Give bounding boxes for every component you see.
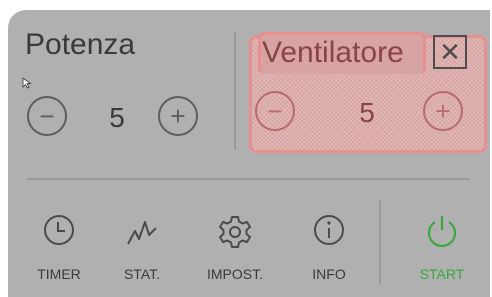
potenza-plus-button[interactable]: + <box>158 96 198 136</box>
gear-icon <box>219 216 251 248</box>
nav-divider <box>379 200 381 284</box>
info-icon <box>314 215 344 245</box>
nav-impost-label: IMPOST. <box>206 266 263 282</box>
nav-timer[interactable]: TIMER <box>24 212 94 282</box>
ventilatore-stepper: − 5 + <box>255 91 470 135</box>
potenza-label: Potenza <box>25 28 136 61</box>
control-panel: Potenza − 5 + Ventilatore ✕ − 5 + TIMER … <box>0 0 492 297</box>
nav-stat[interactable]: STAT. <box>107 212 177 282</box>
mouse-cursor-icon <box>22 77 32 89</box>
power-icon <box>427 216 457 247</box>
nav-info[interactable]: INFO <box>294 212 364 282</box>
nav-start[interactable]: START <box>407 212 477 282</box>
ventilatore-value: 5 <box>359 97 375 128</box>
ventilatore-label: Ventilatore <box>262 36 404 69</box>
clock-icon <box>44 215 74 245</box>
close-button[interactable]: ✕ <box>433 35 467 69</box>
potenza-value: 5 <box>109 102 125 133</box>
nav-stat-label: STAT. <box>123 266 161 282</box>
potenza-stepper: − 5 + <box>27 96 203 140</box>
ventilatore-minus-button[interactable]: − <box>255 91 295 131</box>
nav-start-label: START <box>419 266 465 282</box>
nav-timer-label: TIMER <box>37 266 81 282</box>
vertical-divider <box>234 32 236 150</box>
nav-info-label: INFO <box>312 266 346 282</box>
ventilatore-plus-button[interactable]: + <box>423 91 463 131</box>
nav-impost[interactable]: IMPOST. <box>200 212 270 282</box>
potenza-minus-button[interactable]: − <box>27 96 67 136</box>
horizontal-divider <box>27 178 470 180</box>
chart-icon <box>127 221 157 245</box>
